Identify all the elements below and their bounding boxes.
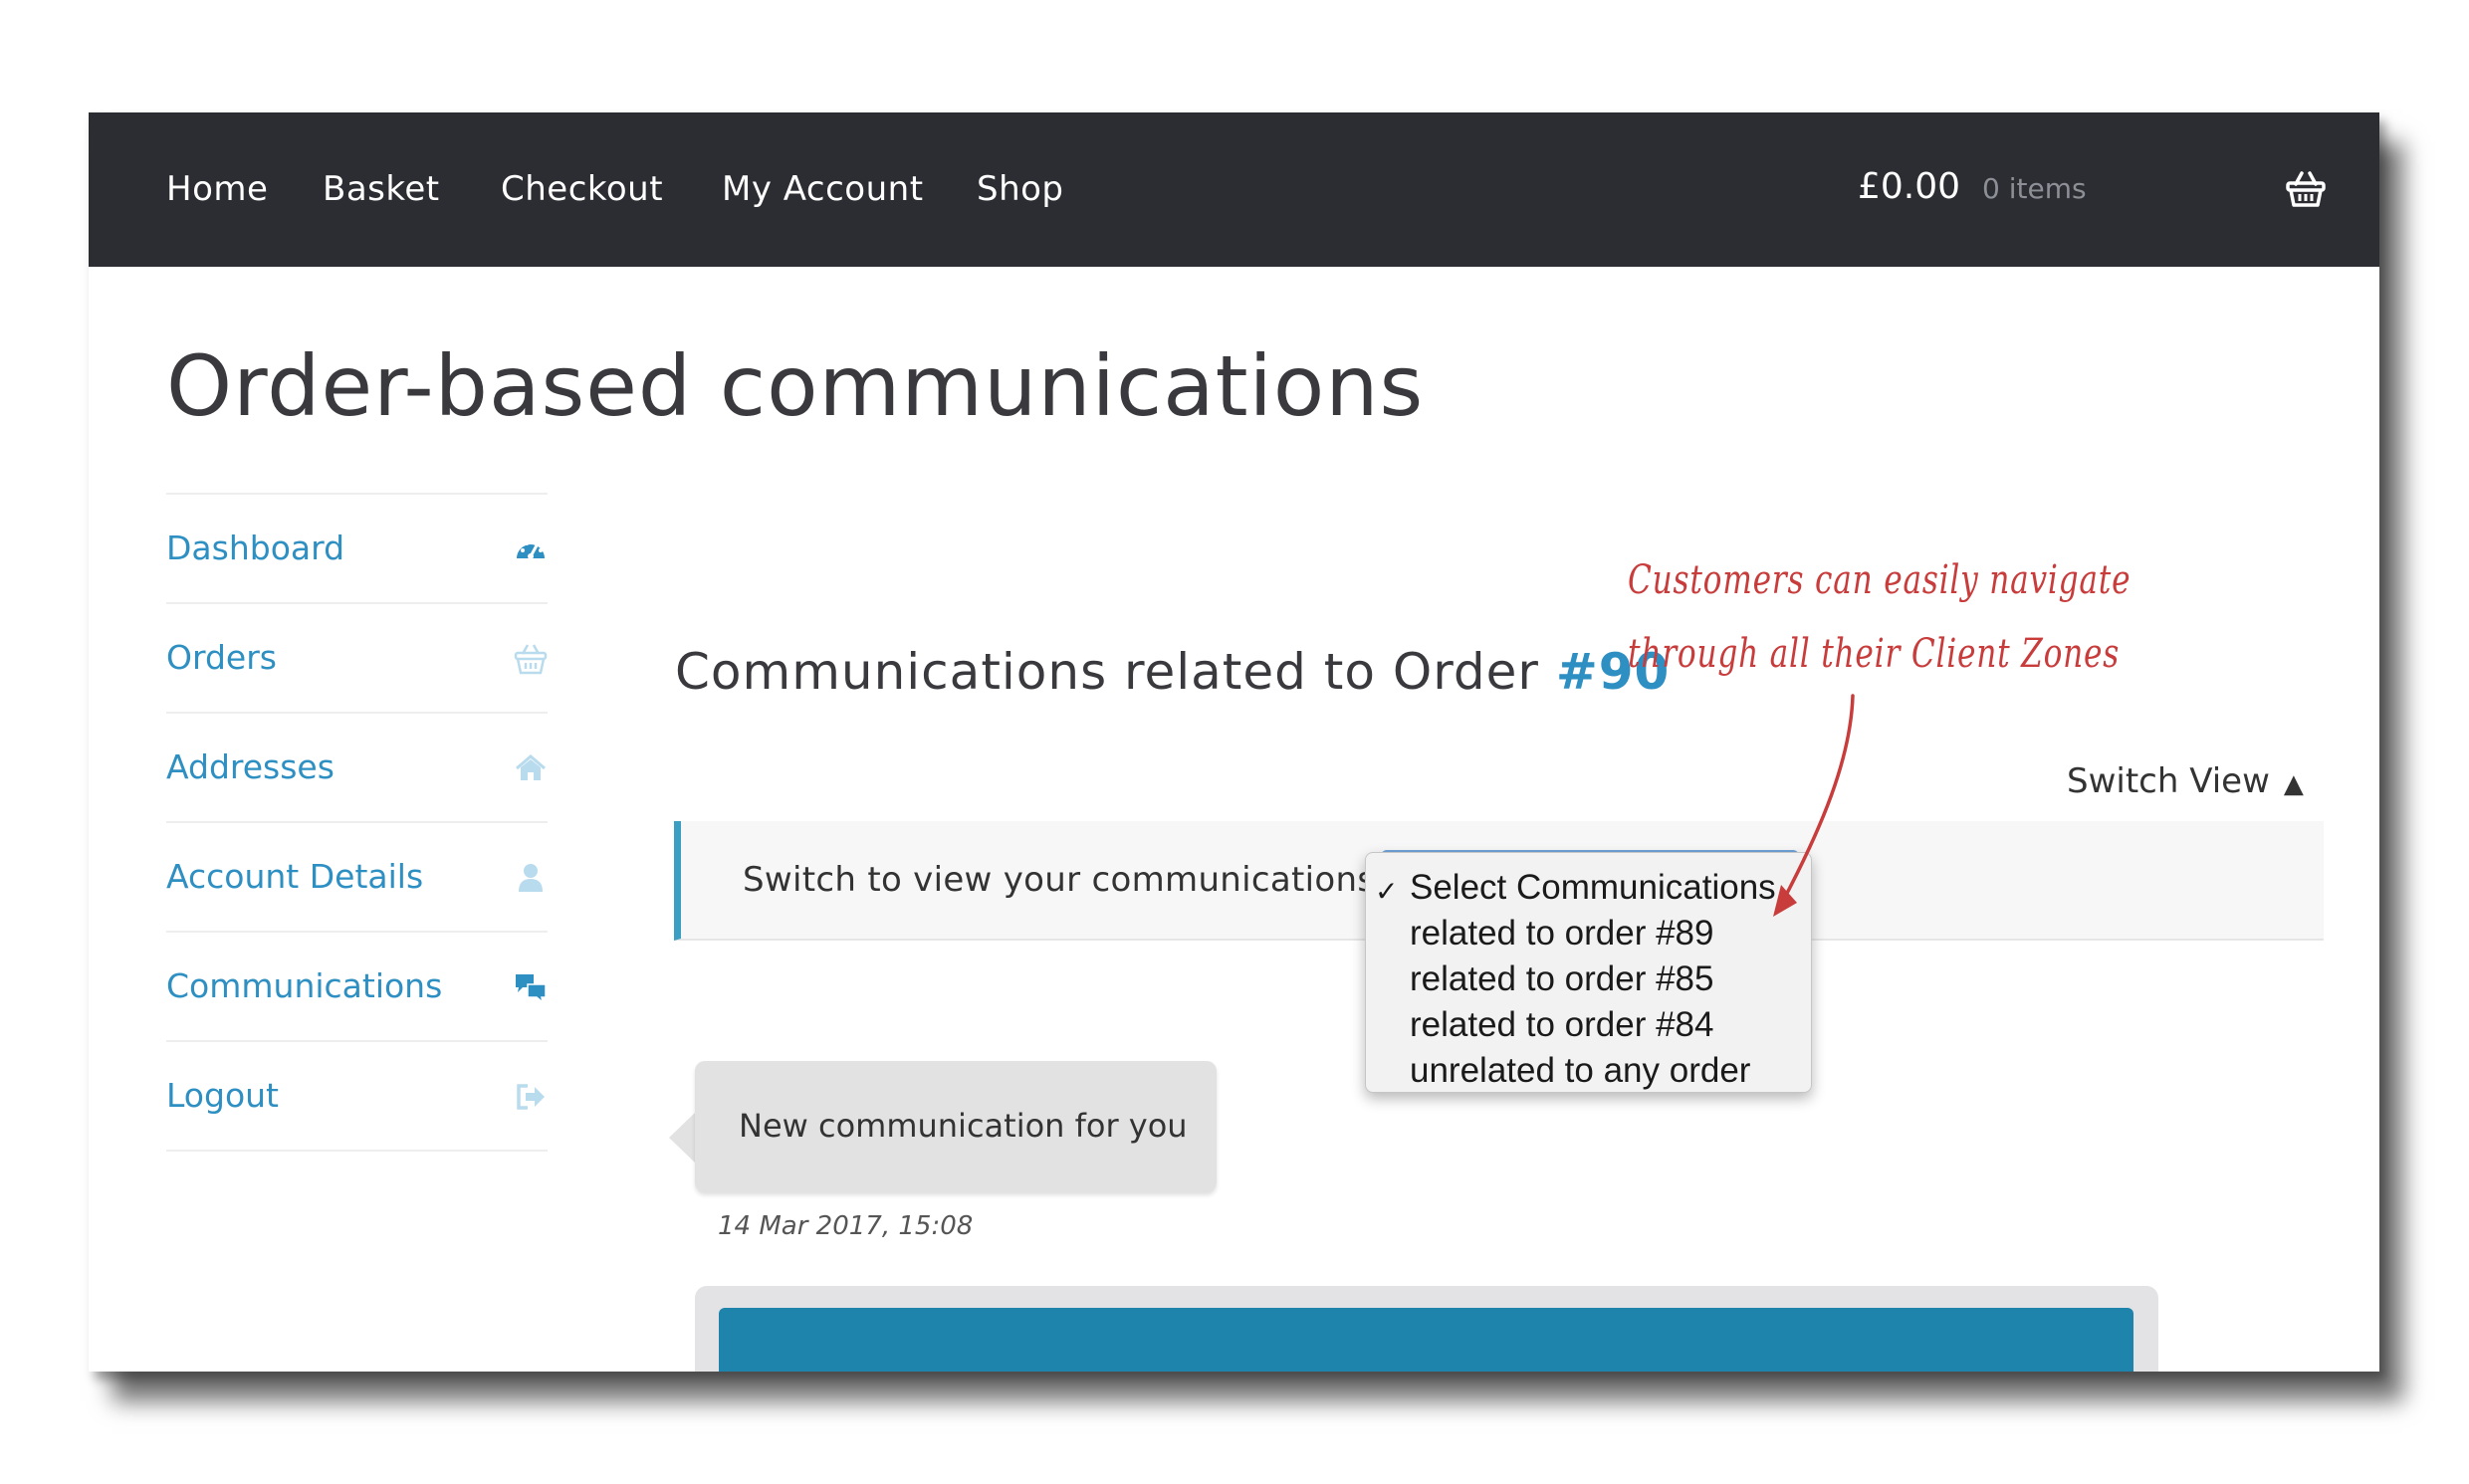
nav-checkout-link[interactable]: Checkout [501, 164, 663, 214]
communications-dropdown-list[interactable]: ✓ Select Communications related to order… [1365, 852, 1812, 1093]
sidebar-item-logout[interactable]: Logout [166, 1040, 548, 1152]
dashboard-icon [517, 539, 545, 559]
switch-view-label: Switch View [2067, 761, 2270, 801]
message-timestamp: 14 Mar 2017, 15:08 [718, 1211, 974, 1241]
bubble-pointer [669, 1112, 696, 1164]
annotation-line: Customers can easily navigate [1628, 557, 2132, 603]
top-navigation-bar: Home Basket Checkout My Account Shop £0.… [89, 112, 2379, 267]
sidebar-item-label: Communications [166, 966, 443, 1005]
nav-home-link[interactable]: Home [166, 164, 268, 214]
page-title: Order-based communications [166, 337, 1425, 435]
user-icon [519, 864, 543, 892]
nav-my-account-link[interactable]: My Account [722, 164, 924, 214]
annotation-arrow-icon [1773, 694, 1855, 917]
basket-icon[interactable] [2286, 170, 2326, 208]
nav-basket-link[interactable]: Basket [323, 164, 440, 214]
communications-heading: Communications related to Order #90 [675, 637, 1670, 707]
sidebar-item-orders[interactable]: Orders [166, 602, 548, 712]
message-text: New communication for you [739, 1107, 1188, 1145]
sidebar-item-label: Dashboard [166, 529, 345, 567]
logout-icon [517, 1084, 545, 1110]
sidebar-item-label: Logout [166, 1076, 279, 1115]
dropdown-option[interactable]: unrelated to any order [1410, 1048, 1750, 1094]
dropdown-option[interactable]: related to order #85 [1410, 956, 1713, 1002]
cart-item-count[interactable]: 0 items [1982, 166, 2087, 212]
sidebar-item-addresses[interactable]: Addresses [166, 712, 548, 821]
basket-icon [514, 644, 548, 675]
dropdown-option[interactable]: related to order #89 [1410, 911, 1713, 956]
sidebar-item-account-details[interactable]: Account Details [166, 821, 548, 931]
annotation-line: through all their Client Zones [1628, 631, 2121, 677]
checkmark-icon: ✓ [1375, 876, 1399, 907]
sidebar-item-label: Addresses [166, 747, 335, 786]
cart-amount[interactable]: £0.00 [1858, 162, 1960, 212]
dropdown-option-selected[interactable]: Select Communications [1410, 865, 1776, 911]
sidebar-item-dashboard[interactable]: Dashboard [166, 493, 548, 602]
message-bubble[interactable]: New communication for you [695, 1061, 1217, 1192]
sidebar-item-communications[interactable]: Communications [166, 931, 548, 1040]
sidebar-item-label: Account Details [166, 857, 424, 896]
switch-view-toggle[interactable]: Switch View ▲ [2067, 756, 2304, 809]
next-message-bubble [719, 1308, 2133, 1372]
dropdown-option[interactable]: related to order #84 [1410, 1002, 1713, 1048]
annotation-note: Customers can easily navigate through al… [1628, 543, 2132, 691]
chat-icon [516, 974, 547, 1004]
home-icon [516, 754, 546, 780]
switch-view-prompt: Switch to view your communications [743, 860, 1376, 900]
nav-shop-link[interactable]: Shop [977, 164, 1064, 214]
account-sidebar: Dashboard Orders Addresses Account Detai… [166, 493, 548, 1152]
screenshot-frame: Home Basket Checkout My Account Shop £0.… [89, 112, 2379, 1372]
heading-text: Communications related to Order [675, 643, 1539, 701]
sidebar-item-label: Orders [166, 638, 277, 677]
triangle-up-icon: ▲ [2283, 769, 2304, 799]
